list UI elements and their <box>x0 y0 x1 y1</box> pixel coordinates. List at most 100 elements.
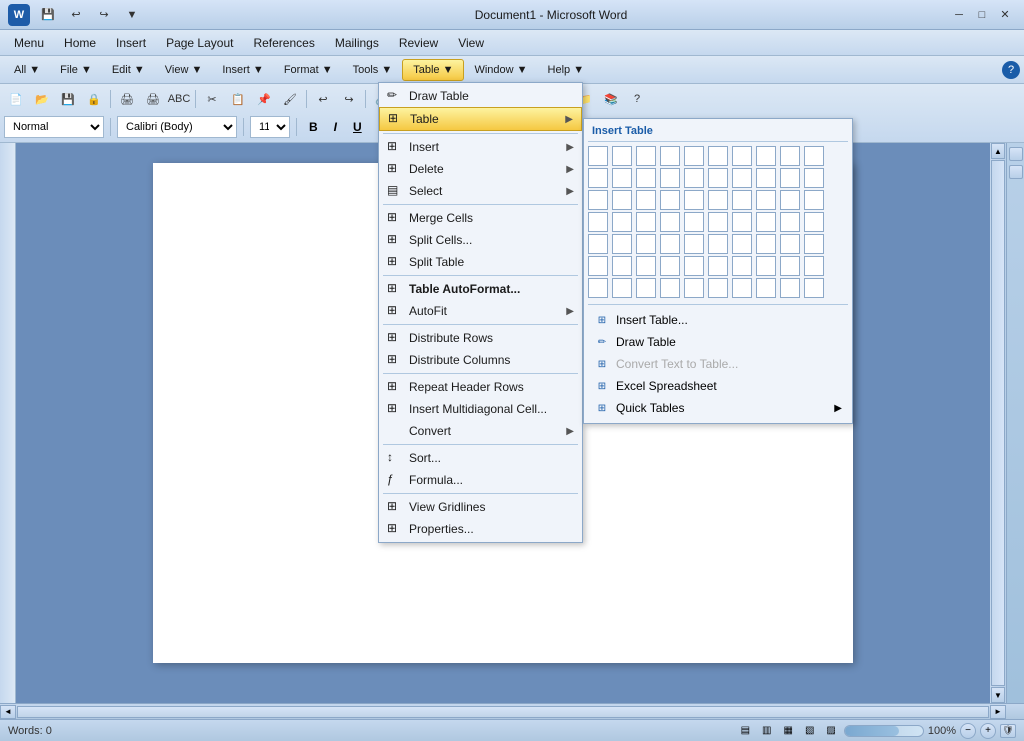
menu-item-autofit[interactable]: ⊞ AutoFit ▶ <box>379 300 582 322</box>
submenu-insert-table-dialog[interactable]: ⊞ Insert Table... <box>588 309 848 331</box>
underline-btn[interactable]: U <box>347 116 368 138</box>
undo-quick-btn[interactable]: ↩ <box>64 4 88 26</box>
grid-cell-2-8[interactable] <box>780 190 800 210</box>
menu-item-repeat-header[interactable]: ⊞ Repeat Header Rows <box>379 376 582 398</box>
menu-page-layout[interactable]: Page Layout <box>156 32 243 54</box>
redo-quick-btn[interactable]: ↪ <box>92 4 116 26</box>
menu-item-distribute-cols[interactable]: ⊞ Distribute Columns <box>379 349 582 371</box>
research-btn[interactable]: 📚 <box>599 88 623 110</box>
secondary-all[interactable]: All ▼ <box>4 59 50 81</box>
grid-cell-4-2[interactable] <box>636 234 656 254</box>
menu-item-properties[interactable]: ⊞ Properties... <box>379 518 582 540</box>
grid-cell-1-2[interactable] <box>636 168 656 188</box>
grid-cell-3-2[interactable] <box>636 212 656 232</box>
scroll-down-btn[interactable]: ▼ <box>991 687 1005 703</box>
grid-cell-1-4[interactable] <box>684 168 704 188</box>
grid-cell-2-6[interactable] <box>732 190 752 210</box>
menu-item-split-cells[interactable]: ⊞ Split Cells... <box>379 229 582 251</box>
help-toolbar-btn[interactable]: ? <box>625 88 649 110</box>
minimize-btn[interactable]: ─ <box>948 5 970 25</box>
grid-cell-4-6[interactable] <box>732 234 752 254</box>
view-outline-btn[interactable]: ▧ <box>801 724 818 737</box>
print-btn[interactable]: 🖨 <box>141 88 165 110</box>
grid-cell-0-6[interactable] <box>732 146 752 166</box>
grid-cell-4-9[interactable] <box>804 234 824 254</box>
menu-review[interactable]: Review <box>389 32 448 54</box>
grid-cell-4-0[interactable] <box>588 234 608 254</box>
italic-btn[interactable]: I <box>328 116 343 138</box>
panel-btn-1[interactable] <box>1009 147 1023 161</box>
view-draft-btn[interactable]: ▨ <box>822 724 839 737</box>
grid-cell-2-3[interactable] <box>660 190 680 210</box>
format-painter-btn[interactable]: 🖌 <box>278 88 302 110</box>
grid-cell-0-5[interactable] <box>708 146 728 166</box>
bold-btn[interactable]: B <box>303 116 324 138</box>
grid-cell-1-5[interactable] <box>708 168 728 188</box>
menu-item-autoformat[interactable]: ⊞ Table AutoFormat... <box>379 278 582 300</box>
zoom-in-status-btn[interactable]: + <box>980 723 996 739</box>
save-quick-btn[interactable]: 💾 <box>36 4 60 26</box>
style-dropdown[interactable]: Normal <box>4 116 104 138</box>
menu-view[interactable]: View <box>448 32 494 54</box>
print-preview-btn[interactable]: 🖨 <box>115 88 139 110</box>
grid-cell-3-9[interactable] <box>804 212 824 232</box>
grid-cell-0-2[interactable] <box>636 146 656 166</box>
secondary-tools[interactable]: Tools ▼ <box>343 59 403 81</box>
submenu-quick-tables[interactable]: ⊞ Quick Tables ▶ <box>588 397 848 419</box>
customize-quick-btn[interactable]: ▼ <box>120 4 144 26</box>
open-btn[interactable]: 📂 <box>30 88 54 110</box>
grid-cell-3-3[interactable] <box>660 212 680 232</box>
grid-cell-5-7[interactable] <box>756 256 776 276</box>
secondary-edit[interactable]: Edit ▼ <box>102 59 155 81</box>
scroll-up-btn[interactable]: ▲ <box>991 143 1005 159</box>
grid-cell-3-4[interactable] <box>684 212 704 232</box>
menu-item-table-sub[interactable]: ⊞ Table ▶ <box>379 107 582 131</box>
grid-cell-3-8[interactable] <box>780 212 800 232</box>
view-web-btn[interactable]: ▦ <box>780 724 797 737</box>
undo-btn[interactable]: ↩ <box>311 88 335 110</box>
panel-btn-2[interactable] <box>1009 165 1023 179</box>
grid-cell-5-3[interactable] <box>660 256 680 276</box>
grid-cell-1-1[interactable] <box>612 168 632 188</box>
grid-cell-0-3[interactable] <box>660 146 680 166</box>
security-icon[interactable]: 🛡 <box>1000 724 1016 738</box>
view-fullscreen-btn[interactable]: ▥ <box>758 724 775 737</box>
copy-btn[interactable]: 📋 <box>226 88 250 110</box>
grid-cell-2-2[interactable] <box>636 190 656 210</box>
grid-cell-5-5[interactable] <box>708 256 728 276</box>
menu-menu[interactable]: Menu <box>4 32 54 54</box>
grid-cell-0-0[interactable] <box>588 146 608 166</box>
grid-cell-2-4[interactable] <box>684 190 704 210</box>
grid-cell-6-4[interactable] <box>684 278 704 298</box>
grid-cell-6-3[interactable] <box>660 278 680 298</box>
grid-cell-1-9[interactable] <box>804 168 824 188</box>
grid-cell-3-1[interactable] <box>612 212 632 232</box>
grid-cell-2-7[interactable] <box>756 190 776 210</box>
close-btn[interactable]: ✕ <box>994 5 1016 25</box>
grid-cell-6-8[interactable] <box>780 278 800 298</box>
menu-insert[interactable]: Insert <box>106 32 156 54</box>
help-circle-btn[interactable]: ? <box>1002 61 1020 79</box>
grid-cell-3-5[interactable] <box>708 212 728 232</box>
menu-item-split-table[interactable]: ⊞ Split Table <box>379 251 582 273</box>
grid-cell-4-8[interactable] <box>780 234 800 254</box>
redo-btn[interactable]: ↪ <box>337 88 361 110</box>
grid-cell-3-6[interactable] <box>732 212 752 232</box>
maximize-btn[interactable]: □ <box>971 5 993 25</box>
grid-cell-6-0[interactable] <box>588 278 608 298</box>
menu-item-delete[interactable]: ⊞ Delete ▶ <box>379 158 582 180</box>
grid-cell-4-1[interactable] <box>612 234 632 254</box>
menu-item-draw-table[interactable]: ✏ Draw Table <box>379 85 582 107</box>
grid-cell-4-7[interactable] <box>756 234 776 254</box>
new-btn[interactable]: 📄 <box>4 88 28 110</box>
menu-item-formula[interactable]: ƒ Formula... <box>379 469 582 491</box>
grid-cell-1-0[interactable] <box>588 168 608 188</box>
secondary-help[interactable]: Help ▼ <box>538 59 595 81</box>
grid-cell-0-8[interactable] <box>780 146 800 166</box>
grid-cell-6-1[interactable] <box>612 278 632 298</box>
grid-cell-5-0[interactable] <box>588 256 608 276</box>
grid-cell-1-6[interactable] <box>732 168 752 188</box>
menu-item-view-gridlines[interactable]: ⊞ View Gridlines <box>379 496 582 518</box>
secondary-file[interactable]: File ▼ <box>50 59 102 81</box>
cut-btn[interactable]: ✂ <box>200 88 224 110</box>
